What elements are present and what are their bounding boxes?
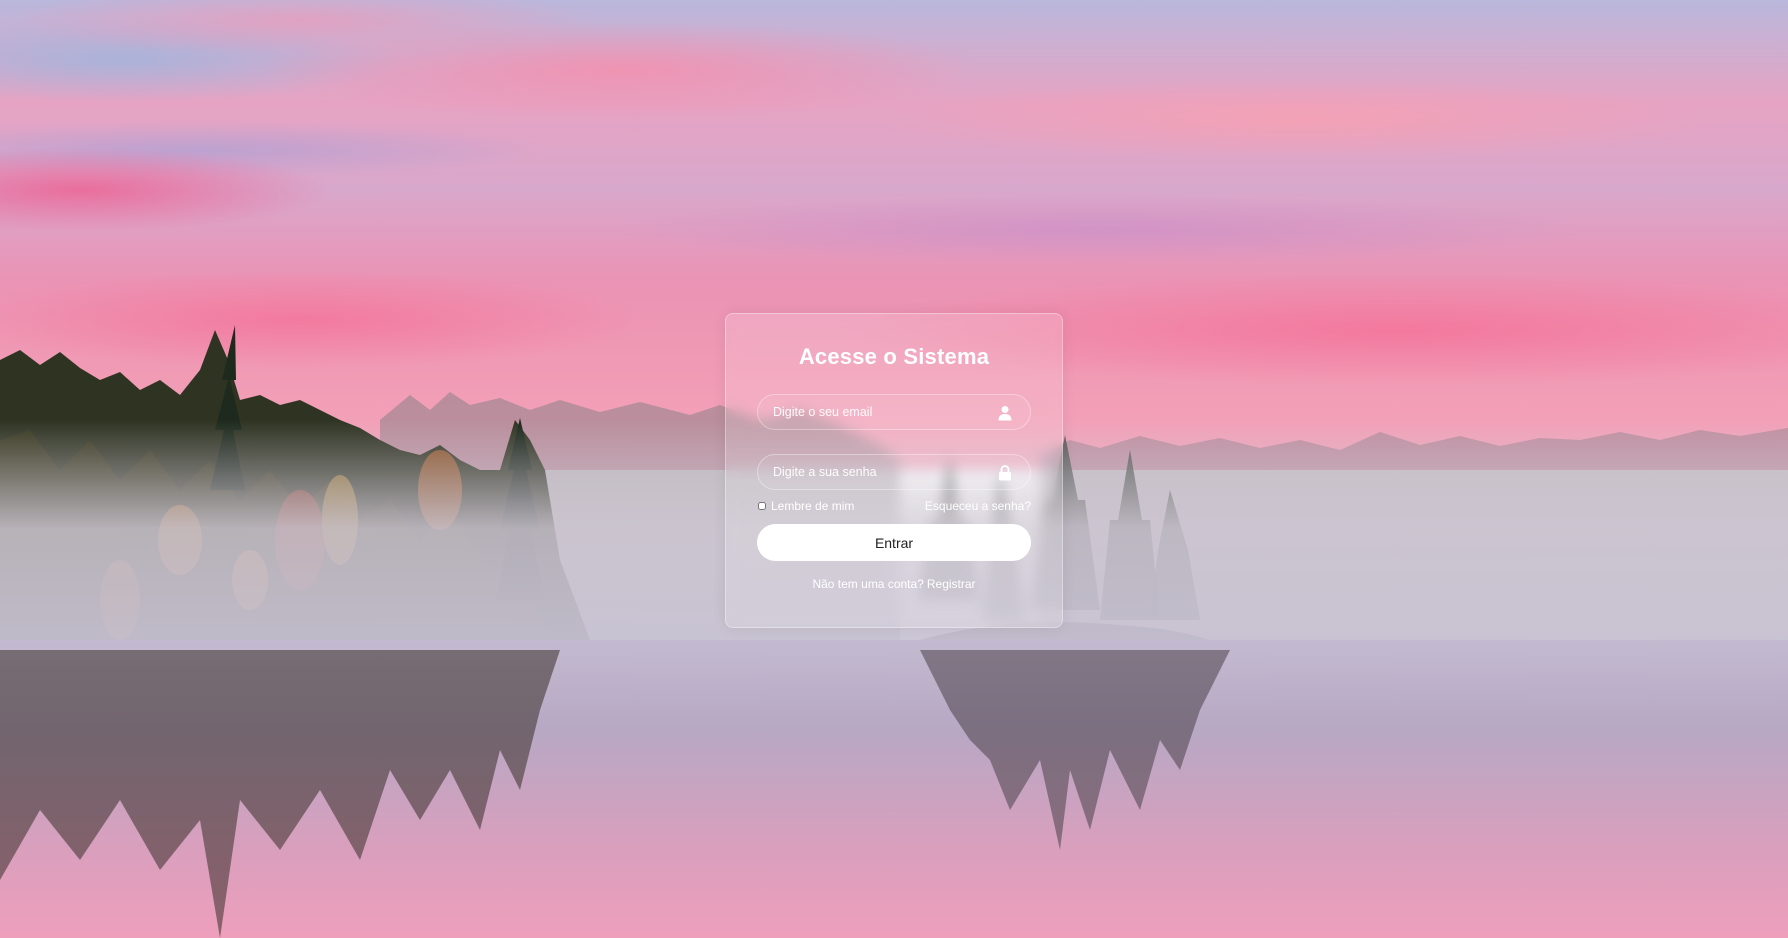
email-field-wrapper	[757, 394, 1031, 430]
remember-me-checkbox[interactable]	[758, 502, 766, 510]
lock-icon	[999, 465, 1011, 481]
email-input[interactable]	[758, 395, 1030, 429]
lake-reflection	[0, 650, 1230, 938]
password-input[interactable]	[758, 455, 1030, 489]
user-icon	[998, 406, 1012, 421]
password-field-wrapper	[757, 454, 1031, 490]
page-title: Acesse o Sistema	[798, 344, 990, 369]
login-card: Acesse o Sistema Lembre de mim Esqueceu …	[725, 313, 1063, 628]
login-page: Acesse o Sistema Lembre de mim Esqueceu …	[0, 0, 1788, 938]
login-options: Lembre de mim Esqueceu a senha?	[757, 499, 1031, 517]
remember-me-label: Lembre de mim	[771, 499, 855, 513]
login-button[interactable]: Entrar	[757, 524, 1031, 561]
register-link[interactable]: Registrar	[927, 577, 976, 591]
no-account-text: Não tem uma conta?	[812, 577, 924, 591]
remember-me[interactable]: Lembre de mim	[757, 499, 854, 513]
forgot-password-link[interactable]: Esqueceu a senha?	[925, 499, 1031, 513]
register-prompt: Não tem uma conta? Registrar	[726, 577, 1062, 591]
